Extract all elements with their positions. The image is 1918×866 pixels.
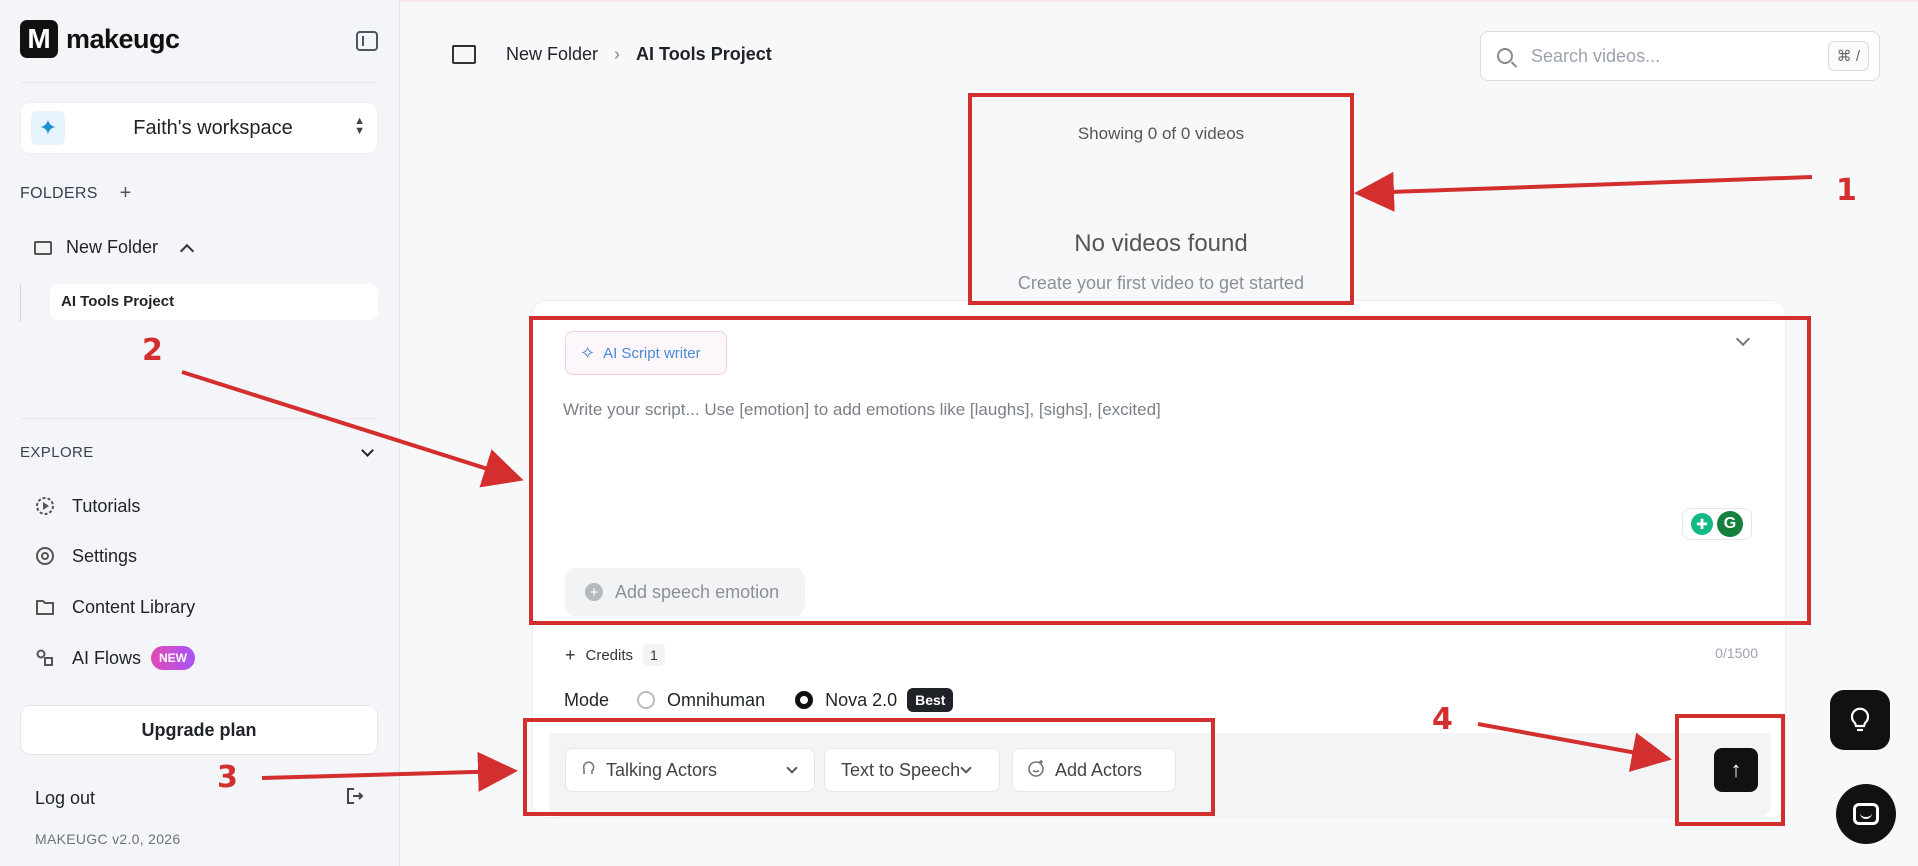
annotation-number-2: 2 bbox=[142, 333, 163, 368]
annotation-arrow-2 bbox=[181, 370, 524, 488]
annotation-number-4: 4 bbox=[1432, 702, 1453, 737]
annotation-number-3: 3 bbox=[217, 760, 238, 795]
annotation-arrows bbox=[181, 171, 1813, 792]
annotation-arrow-4 bbox=[1477, 722, 1672, 772]
annotation-arrow-3 bbox=[261, 751, 518, 792]
annotation-number-1: 1 bbox=[1836, 173, 1857, 208]
annotation-arrow-1 bbox=[1354, 171, 1813, 212]
